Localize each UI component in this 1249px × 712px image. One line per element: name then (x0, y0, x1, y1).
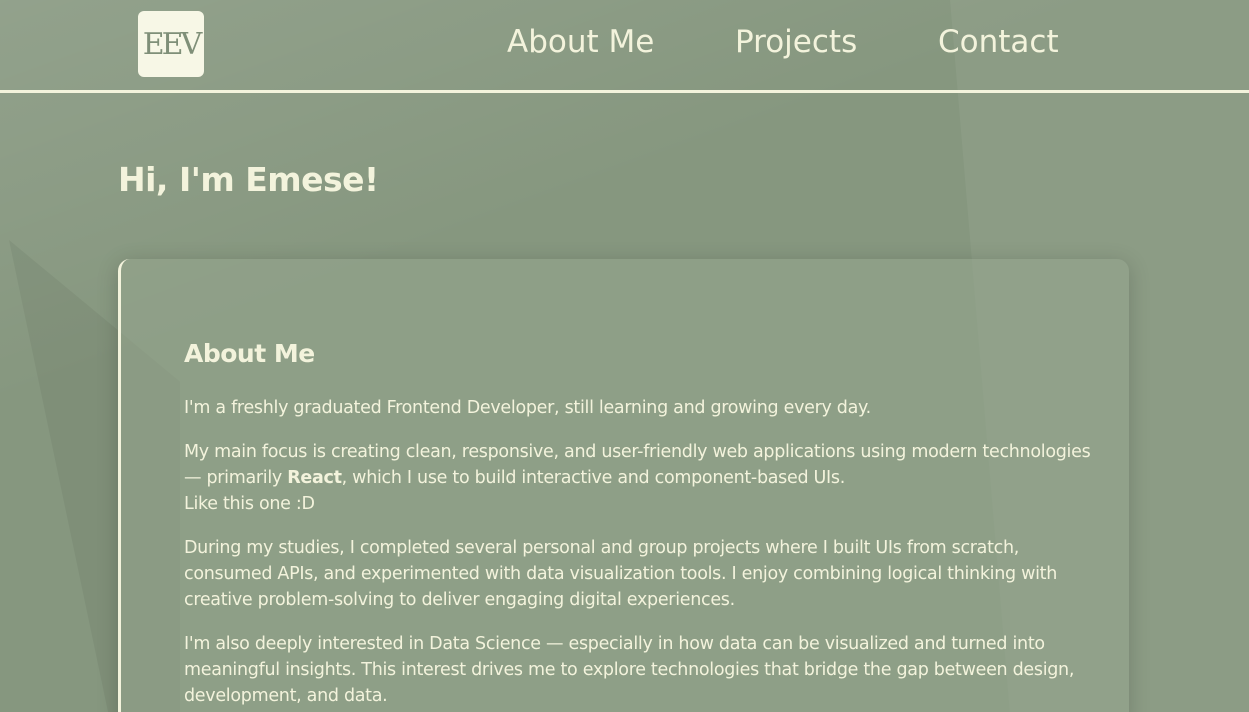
about-p2-line3: Like this one :D (184, 494, 315, 514)
logo-text: EEV (142, 26, 202, 62)
about-paragraph-3: During my studies, I completed several p… (184, 538, 1058, 610)
about-p2-text-after: , which I use to build interactive and c… (341, 468, 846, 488)
about-p2-react-bold: React (287, 468, 342, 488)
logo[interactable]: EEV (138, 11, 204, 77)
about-card: About Me I'm a freshly graduated Fronten… (118, 259, 1129, 712)
about-paragraph-2: My main focus is creating clean, respons… (184, 439, 1094, 517)
nav-link-about[interactable]: About Me (507, 24, 654, 60)
about-paragraph-4: I'm also deeply interested in Data Scien… (184, 634, 1075, 706)
about-title: About Me (184, 339, 315, 368)
nav-link-contact[interactable]: Contact (938, 24, 1059, 60)
site-header: EEV About Me Projects Contact (0, 0, 1249, 93)
about-paragraph-1: I'm a freshly graduated Frontend Develop… (184, 398, 871, 418)
nav-link-projects[interactable]: Projects (735, 24, 857, 60)
page-greeting: Hi, I'm Emese! (118, 160, 379, 199)
